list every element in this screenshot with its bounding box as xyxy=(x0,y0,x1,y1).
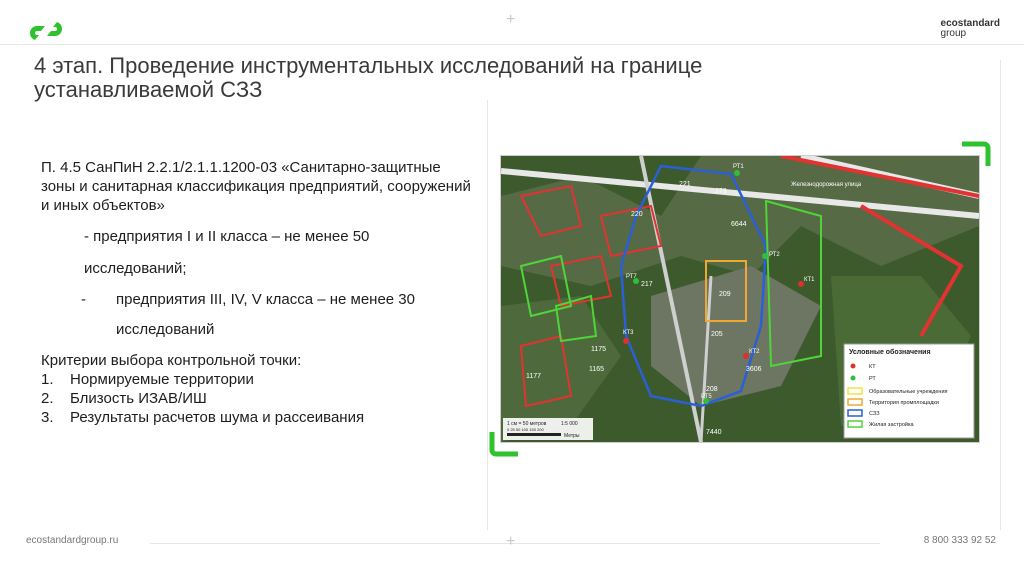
plus-mark-bottom: + xyxy=(506,533,516,550)
scale-ruler xyxy=(507,433,561,436)
class345-dash: - xyxy=(81,291,86,308)
brand-name: ecostandard group xyxy=(941,19,1000,39)
point-label: РТ7 xyxy=(626,274,637,280)
guide-line-top xyxy=(0,44,1024,45)
plot-label: 221 xyxy=(679,181,691,188)
map-canvas: Железнодорожная улица 221 273 6644 220 2… xyxy=(501,156,979,442)
scale-ticks: 0 25 50 100 150 200 xyxy=(507,427,544,432)
plot-label: 1175 xyxy=(591,346,606,353)
legend-title: Условные обозначения xyxy=(849,348,931,356)
point-label: РТ5 xyxy=(701,394,712,400)
measurement-point xyxy=(734,170,740,176)
street-label: Железнодорожная улица xyxy=(791,182,862,188)
legend-label: КТ xyxy=(869,364,876,370)
criteria-text: Нормируемые территории xyxy=(70,371,254,388)
page-title: 4 этап. Проведение инструментальных иссл… xyxy=(34,53,703,102)
measurement-point xyxy=(762,253,768,259)
criteria-title: Критерии выбора контрольной точки: xyxy=(41,352,302,369)
scale-unit: Метры xyxy=(564,433,580,439)
criteria-num: 1. xyxy=(41,371,54,388)
list-item: 1. Нормируемые территории xyxy=(41,370,471,389)
point-label: РТ2 xyxy=(769,252,780,258)
scale-bar: 1 см = 50 метров 1:5 000 0 25 50 100 150… xyxy=(503,418,593,440)
plot-label: 220 xyxy=(631,211,643,218)
criteria-text: Близость ИЗАВ/ИШ xyxy=(70,390,207,407)
plot-label: 1165 xyxy=(589,366,604,373)
footer-website[interactable]: ecostandardgroup.ru xyxy=(26,535,118,546)
plus-mark-top: + xyxy=(506,11,516,28)
plot-label: 208 xyxy=(706,386,718,393)
point-label: КТ3 xyxy=(623,330,634,336)
criteria-list: 1. Нормируемые территории 2. Близость ИЗАВ… xyxy=(41,370,471,427)
measurement-point xyxy=(623,338,629,344)
sanitary-zone-map: Железнодорожная улица 221 273 6644 220 2… xyxy=(500,155,980,443)
class12-text: - предприятия I и II класса – не менее 5… xyxy=(84,228,370,277)
guide-line-right xyxy=(1000,60,1001,530)
plot-label: 273 xyxy=(715,188,727,195)
point-label: РТ1 xyxy=(733,164,744,170)
criteria-num: 2. xyxy=(41,390,54,407)
point-label: КТ2 xyxy=(749,349,760,355)
plot-label: 3606 xyxy=(746,366,762,373)
plot-label: 6644 xyxy=(731,221,747,228)
legend-label: Территория промплощадки xyxy=(869,400,939,406)
list-item: 3. Результаты расчетов шума и рассеивания xyxy=(41,408,471,427)
content-body: П. 4.5 СанПиН 2.2.1/2.1.1.1200-03 «Санит… xyxy=(41,158,471,427)
criteria-text: Результаты расчетов шума и рассеивания xyxy=(70,409,365,426)
legend-label: Жилая застройка xyxy=(869,421,914,428)
plot-label: 209 xyxy=(719,291,731,298)
class345-text: предприятия III, IV, V класса – не менее… xyxy=(116,291,415,338)
criteria-num: 3. xyxy=(41,409,54,426)
list-item: 2. Близость ИЗАВ/ИШ xyxy=(41,389,471,408)
plot-label: 1177 xyxy=(526,373,541,380)
plot-label: 7440 xyxy=(706,429,722,436)
intro-text: П. 4.5 СанПиН 2.2.1/2.1.1.1200-03 «Санит… xyxy=(41,159,471,214)
map-legend: Условные обозначения КТ РТ Образовательн… xyxy=(843,343,975,439)
plot-label: 217 xyxy=(641,281,653,288)
footer-phone: 8 800 333 92 52 xyxy=(923,535,996,546)
legend-swatch xyxy=(850,375,856,381)
legend-swatch xyxy=(850,363,856,369)
point-label: КТ1 xyxy=(804,277,815,283)
guide-line-left xyxy=(487,100,488,530)
logo-icon xyxy=(29,22,63,40)
legend-label: Образовательные учреждения xyxy=(869,389,948,395)
legend-label: РТ xyxy=(869,376,876,382)
brand-name-sub: group xyxy=(940,28,967,39)
class345-item: - предприятия III, IV, V класса – не мен… xyxy=(41,285,471,345)
legend-label: СЗЗ xyxy=(869,411,880,417)
scale-ratio: 1:5 000 xyxy=(561,421,578,427)
plot-label: 205 xyxy=(711,331,723,338)
